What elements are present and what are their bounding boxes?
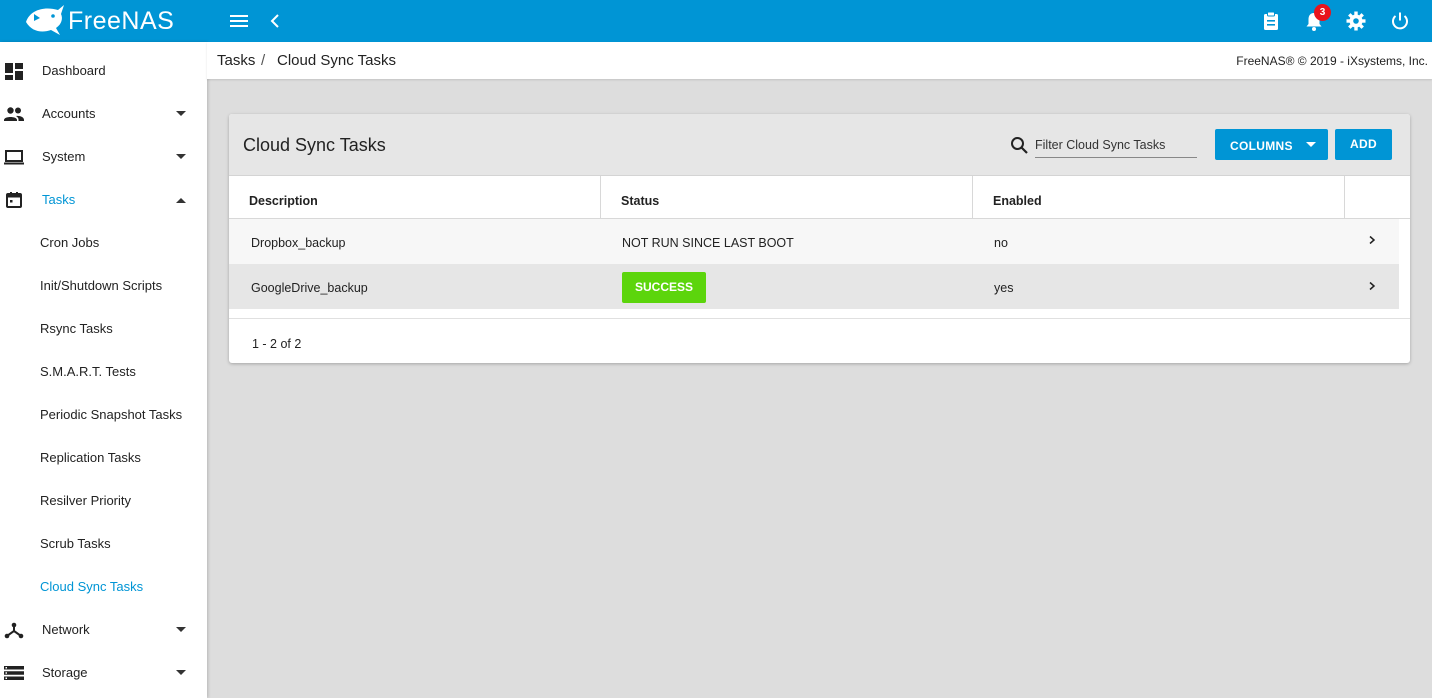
page-title: Cloud Sync Tasks [243, 135, 386, 155]
sidebar-item-label: Tasks [42, 192, 76, 207]
sidebar-item-system[interactable]: System [0, 135, 207, 178]
notification-badge: 3 [1314, 4, 1331, 21]
sidebar-item-label: Dashboard [42, 63, 106, 78]
sidebar-item-label: System [42, 149, 86, 164]
sidebar-subitem-replication-tasks[interactable]: Replication Tasks [0, 436, 207, 479]
status-badge[interactable]: SUCCESS [622, 272, 706, 303]
caret-down-icon [176, 669, 186, 675]
sidebar-subitem-periodic-snapshot-tasks[interactable]: Periodic Snapshot Tasks [0, 393, 207, 436]
caret-down-icon [176, 153, 186, 159]
logo[interactable]: FreeNAS [0, 0, 207, 42]
row-status: NOT RUN SINCE LAST BOOT [622, 236, 794, 250]
sidebar-subitem-init-shutdown-scripts[interactable]: Init/Shutdown Scripts [0, 264, 207, 307]
network-icon [4, 622, 24, 638]
top-bar: FreeNAS 3 [0, 0, 1432, 42]
sidebar-subitem-smart-tests[interactable]: S.M.A.R.T. Tests [0, 350, 207, 393]
dashboard-icon [5, 62, 23, 80]
copyright-text: FreeNAS® © 2019 - iXsystems, Inc. [1236, 54, 1428, 68]
column-header-actions [1345, 176, 1410, 219]
table-row[interactable]: GoogleDrive_backup SUCCESS yes [229, 264, 1399, 309]
sidebar-subitem-label: Resilver Priority [40, 493, 132, 508]
row-description: GoogleDrive_backup [251, 281, 368, 295]
pagination-label: 1 - 2 of 2 [252, 337, 302, 351]
sidebar-subitem-cron-jobs[interactable]: Cron Jobs [0, 221, 207, 264]
breadcrumb-current: Cloud Sync Tasks [277, 52, 396, 69]
row-enabled: yes [994, 281, 1014, 295]
sidebar-subitem-cloud-sync-tasks[interactable]: Cloud Sync Tasks [0, 565, 207, 608]
caret-up-icon [176, 197, 186, 203]
sidebar-item-network[interactable]: Network [0, 608, 207, 651]
sidebar-item-label: Network [42, 622, 90, 637]
column-header-enabled[interactable]: Enabled [973, 176, 1345, 219]
clipboard-icon[interactable] [1260, 10, 1282, 32]
table-footer: 1 - 2 of 2 [229, 318, 1410, 363]
sidebar-item-label: Accounts [42, 106, 96, 121]
row-description: Dropbox_backup [251, 236, 346, 250]
power-icon[interactable] [1389, 10, 1411, 32]
sidebar: Dashboard Accounts System Tasks Cron Job… [0, 42, 207, 698]
chevron-left-icon[interactable] [266, 11, 286, 31]
add-button[interactable]: ADD [1335, 129, 1392, 160]
table-row[interactable]: Dropbox_backup NOT RUN SINCE LAST BOOT n… [229, 219, 1399, 264]
columns-button[interactable]: COLUMNS [1215, 129, 1328, 160]
sidebar-subitem-rsync-tasks[interactable]: Rsync Tasks [0, 307, 207, 350]
sidebar-subitem-label: Cloud Sync Tasks [40, 579, 144, 594]
chevron-right-icon[interactable] [1368, 281, 1376, 291]
sidebar-subitem-label: Scrub Tasks [40, 536, 111, 551]
caret-down-icon [176, 110, 186, 116]
columns-button-label: COLUMNS [1230, 139, 1293, 153]
sidebar-subitem-label: Cron Jobs [40, 235, 100, 250]
search-icon [1011, 137, 1028, 154]
people-icon [4, 106, 24, 121]
sidebar-subitem-label: Init/Shutdown Scripts [40, 278, 163, 293]
caret-down-icon [1306, 142, 1316, 147]
sidebar-item-storage[interactable]: Storage [0, 651, 207, 694]
column-header-description[interactable]: Description [229, 176, 601, 219]
laptop-icon [4, 149, 24, 164]
column-header-status[interactable]: Status [601, 176, 973, 219]
sidebar-subitem-label: S.M.A.R.T. Tests [40, 364, 136, 379]
gear-icon[interactable] [1345, 10, 1367, 32]
breadcrumb-tasks[interactable]: Tasks [217, 52, 255, 69]
sidebar-item-label: Storage [42, 665, 88, 680]
sidebar-item-tasks[interactable]: Tasks [0, 178, 207, 221]
freenas-shark-icon [26, 5, 64, 35]
storage-icon [4, 665, 24, 680]
caret-down-icon [176, 626, 186, 632]
sidebar-subitem-scrub-tasks[interactable]: Scrub Tasks [0, 522, 207, 565]
sidebar-subitem-label: Rsync Tasks [40, 321, 113, 336]
row-enabled: no [994, 236, 1008, 250]
chevron-right-icon[interactable] [1368, 235, 1376, 245]
sidebar-item-accounts[interactable]: Accounts [0, 92, 207, 135]
breadcrumb: Tasks / Cloud Sync Tasks FreeNAS® © 2019… [207, 42, 1432, 79]
logo-text: FreeNAS [68, 6, 175, 35]
breadcrumb-separator: / [261, 52, 266, 69]
sidebar-subitem-label: Replication Tasks [40, 450, 141, 465]
card-header: Cloud Sync Tasks COLUMNS ADD [229, 114, 1410, 176]
sidebar-subitem-resilver-priority[interactable]: Resilver Priority [0, 479, 207, 522]
sidebar-subitem-label: Periodic Snapshot Tasks [40, 407, 183, 422]
menu-icon[interactable] [228, 11, 250, 31]
filter-input[interactable] [1035, 133, 1197, 158]
calendar-icon [6, 191, 22, 208]
cloud-sync-tasks-card: Cloud Sync Tasks COLUMNS ADD Description… [229, 114, 1410, 363]
sidebar-item-dashboard[interactable]: Dashboard [0, 49, 207, 92]
